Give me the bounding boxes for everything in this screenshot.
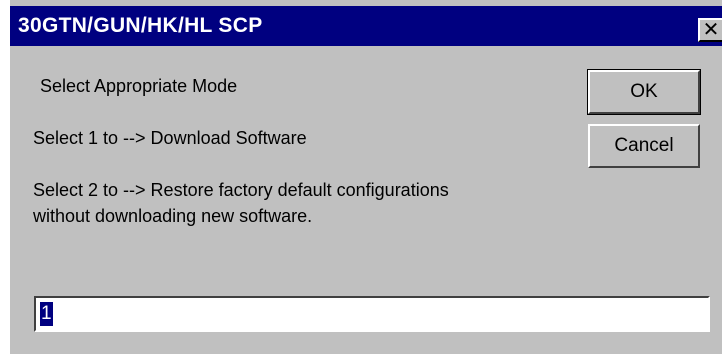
mode-input-value: 1 bbox=[40, 302, 53, 326]
dialog-window: 30GTN/GUN/HK/HL SCP ✕ Select Appropriate… bbox=[10, 0, 722, 354]
option-1-text: Select 1 to --> Download Software bbox=[33, 128, 307, 148]
option-2-text-line1: Select 2 to --> Restore factory default … bbox=[33, 180, 449, 200]
cancel-button[interactable]: Cancel bbox=[588, 124, 700, 168]
close-button[interactable]: ✕ bbox=[698, 18, 722, 42]
close-icon: ✕ bbox=[702, 19, 720, 41]
ok-button[interactable]: OK bbox=[587, 69, 701, 115]
mode-heading: Select Appropriate Mode bbox=[40, 76, 238, 96]
mode-input[interactable]: 1 bbox=[34, 296, 710, 332]
option-2-text-line2: without downloading new software. bbox=[33, 206, 313, 226]
window-title: 30GTN/GUN/HK/HL SCP bbox=[18, 14, 263, 37]
title-bar[interactable]: 30GTN/GUN/HK/HL SCP ✕ bbox=[10, 6, 722, 46]
